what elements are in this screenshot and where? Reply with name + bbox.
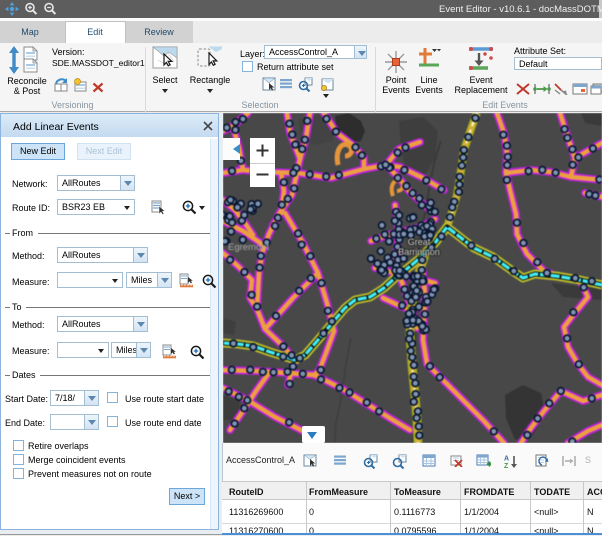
svg-text:Z: Z — [504, 463, 509, 468]
svg-text:A: A — [504, 456, 509, 463]
svg-text:Egremont: Egremont — [228, 242, 270, 253]
svg-text:Great: Great — [408, 237, 431, 247]
svg-text:Barrington: Barrington — [398, 247, 440, 257]
